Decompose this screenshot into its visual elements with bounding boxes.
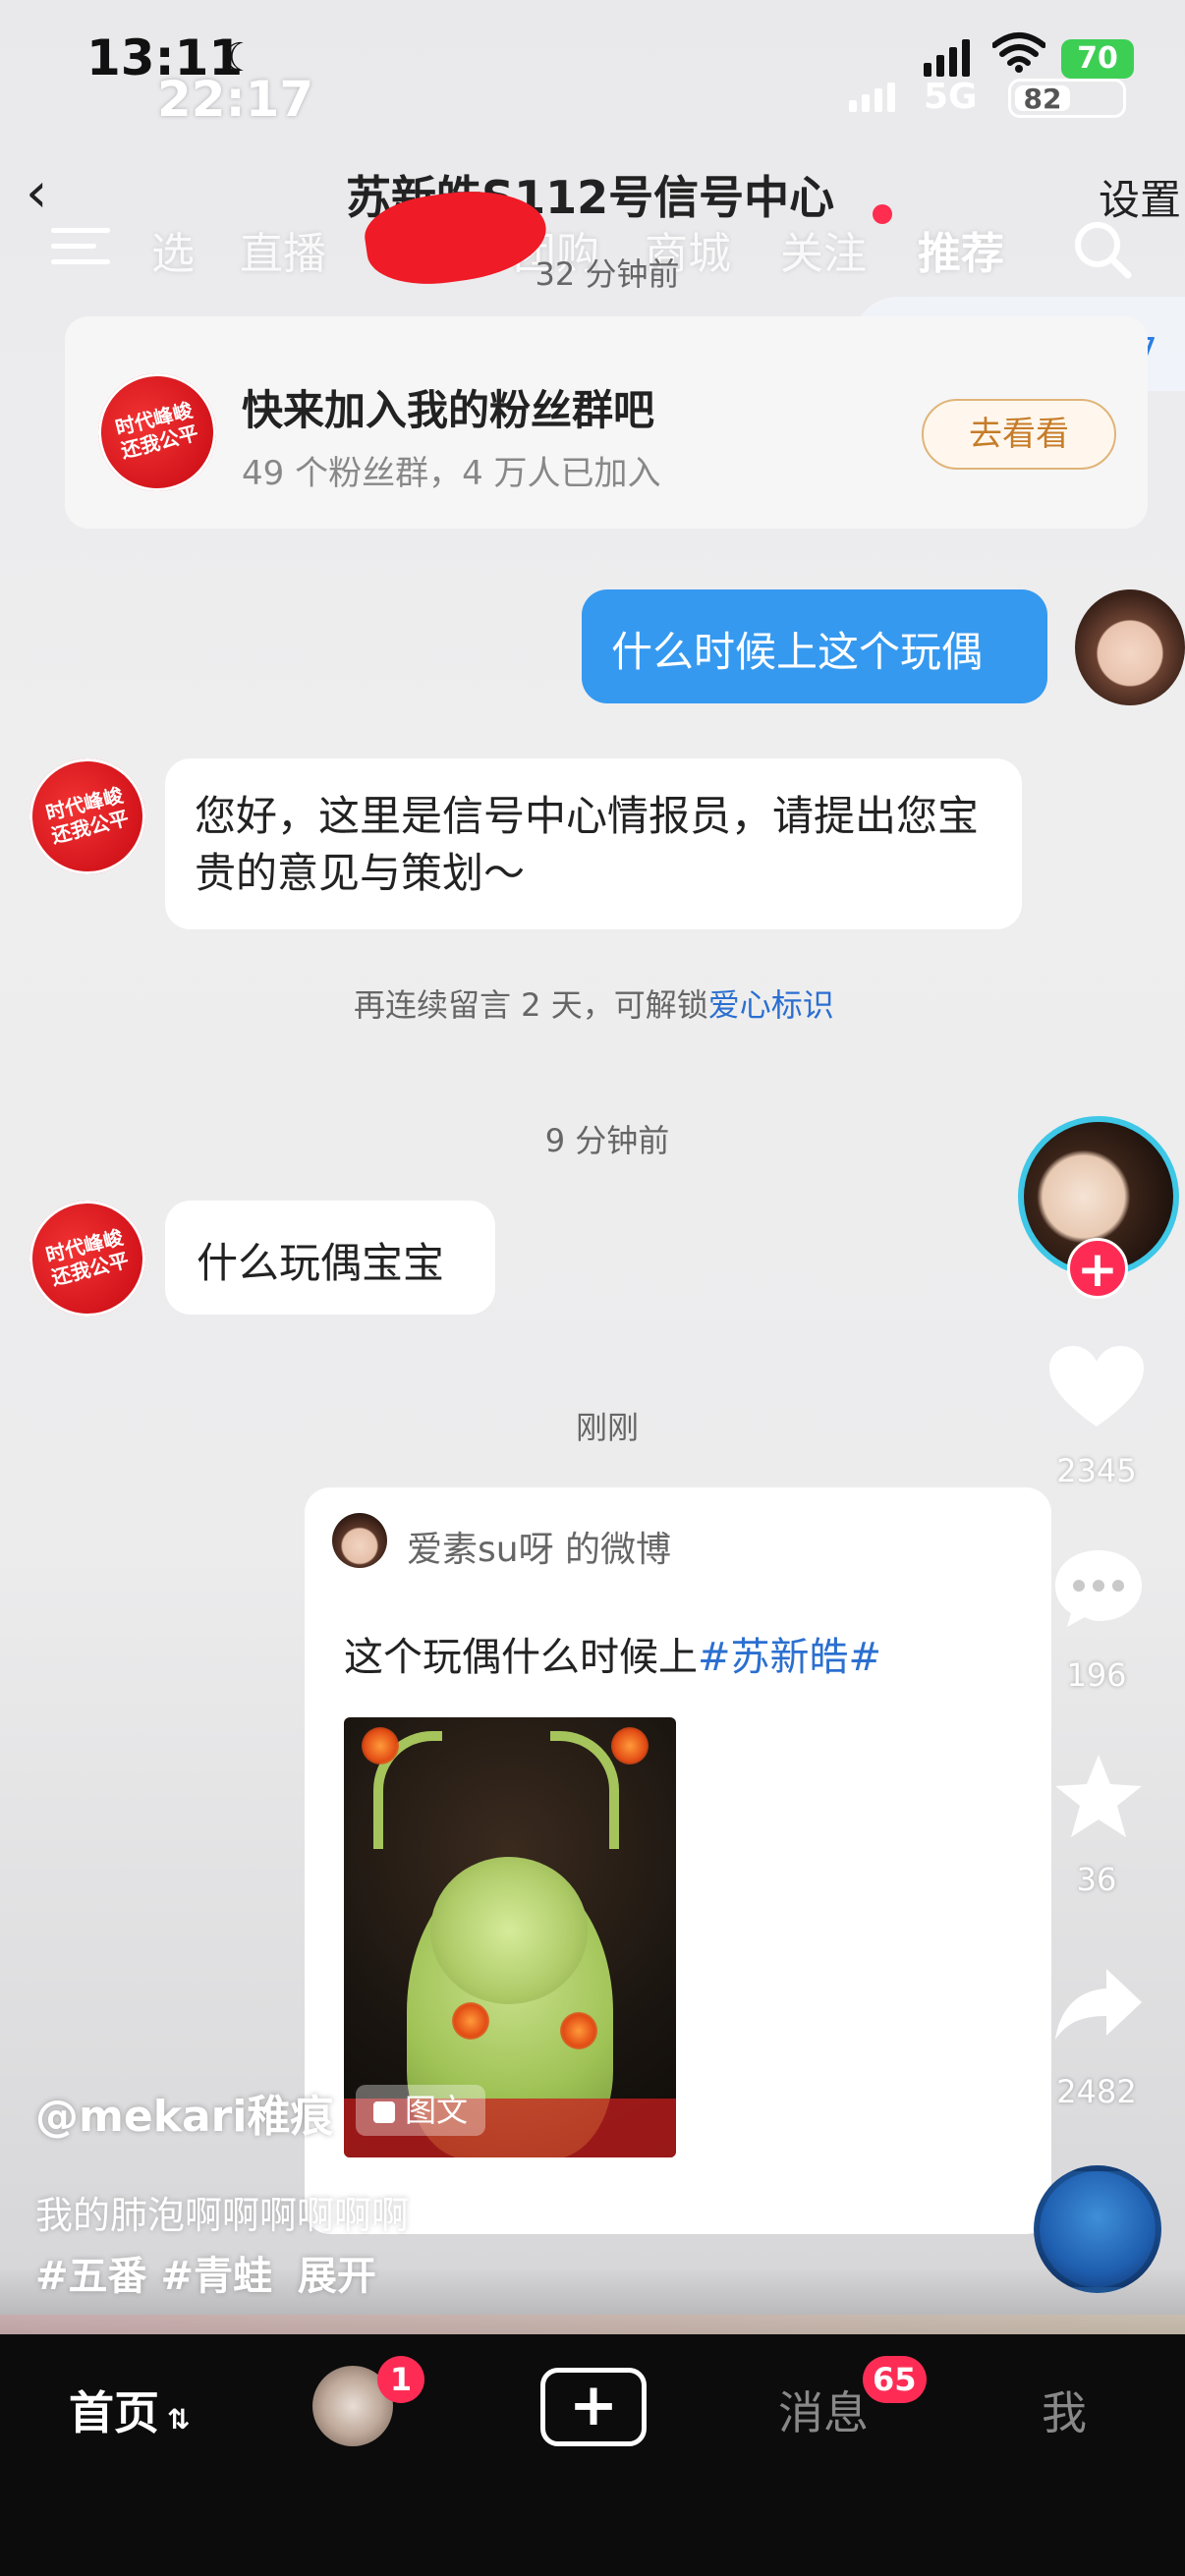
video-hashtags[interactable]: #五番 #青蛙 展开 xyxy=(35,2244,376,2301)
frog-toy-face xyxy=(430,1857,588,2004)
video-caption: 我的肺泡啊啊啊啊啊啊 xyxy=(35,2194,410,2237)
channel-avatar[interactable]: 时代峰峻 还我公平 xyxy=(17,746,158,887)
notification-dot xyxy=(873,204,892,224)
tab-recommend[interactable]: 推荐 xyxy=(918,218,1004,281)
bot-message-bubble[interactable]: 您好，这里是信号中心情报员，请提出您宝贵的意见与策划～ xyxy=(165,758,1022,929)
comment-icon[interactable] xyxy=(1051,1546,1146,1631)
glow-light xyxy=(560,2012,597,2049)
follow-plus-icon[interactable]: + xyxy=(1067,1238,1128,1299)
weibo-post-text: 这个玩偶什么时候上#苏新皓# xyxy=(344,1625,881,1682)
battery-level: 82 xyxy=(1015,85,1070,113)
heart-icon[interactable] xyxy=(1047,1344,1146,1432)
collection-strip xyxy=(0,2315,1185,2334)
tab-live[interactable]: 直播 xyxy=(240,218,326,281)
post-type-label: 图文 xyxy=(405,2092,469,2129)
create-post-button[interactable]: + xyxy=(540,2368,647,2446)
user-avatar[interactable] xyxy=(1075,589,1185,705)
like-count: 2345 xyxy=(1056,1452,1137,1489)
weibo-author-avatar xyxy=(332,1513,387,1568)
view-fans-group-button[interactable]: 去看看 xyxy=(922,399,1116,470)
cellular-signal-icon-overlay xyxy=(849,83,895,112)
wifi-icon xyxy=(992,32,1045,73)
unlock-hint: 再连续留言 2 天，可解锁爱心标识 xyxy=(354,980,834,1026)
status-time-overlay: 22:17 xyxy=(157,71,314,128)
back-chevron-icon[interactable]: ‹ xyxy=(26,161,47,225)
timestamp: 9 分钟前 xyxy=(544,1122,670,1159)
hint-text: 再连续留言 2 天，可解锁 xyxy=(354,986,708,1024)
nav-home-label: 首页 xyxy=(69,2386,159,2439)
bot-message-bubble[interactable]: 什么玩偶宝宝 xyxy=(165,1201,495,1315)
weibo-hashtag[interactable]: #苏新皓# xyxy=(698,1635,881,1680)
share-icon[interactable] xyxy=(1051,1965,1146,2044)
glow-light xyxy=(452,2002,489,2040)
battery-indicator-overlay: 82 xyxy=(1008,79,1126,118)
music-disc-icon[interactable] xyxy=(1034,2165,1161,2293)
fans-card-subtitle: 49 个粉丝群，4 万人已加入 xyxy=(242,454,661,493)
heart-badge-link[interactable]: 爱心标识 xyxy=(708,986,834,1024)
timestamp: 32 分钟前 xyxy=(535,255,680,293)
comment-count: 196 xyxy=(1066,1656,1127,1694)
weibo-text: 这个玩偶什么时候上 xyxy=(344,1635,698,1680)
document-icon xyxy=(373,2101,395,2123)
channel-avatar[interactable]: 时代峰峻 还我公平 xyxy=(17,1188,158,1329)
glow-light xyxy=(611,1727,649,1764)
tab-select[interactable]: 选 xyxy=(151,218,195,281)
share-count: 2482 xyxy=(1056,2073,1137,2110)
timestamp: 刚刚 xyxy=(575,1409,639,1446)
video-author[interactable]: @mekari稚痕 xyxy=(35,2081,333,2144)
menu-icon[interactable] xyxy=(51,222,110,267)
nav-messages[interactable]: 消息 xyxy=(778,2378,869,2442)
fans-card-title: 快来加入我的粉丝群吧 xyxy=(242,386,655,434)
nav-me[interactable]: 我 xyxy=(1042,2378,1087,2442)
cellular-signal-icon xyxy=(924,39,970,77)
user-message-bubble[interactable]: 什么时候上这个玩偶 xyxy=(582,589,1047,703)
frog-antenna xyxy=(550,1731,619,1849)
expand-link[interactable]: 展开 xyxy=(298,2254,376,2299)
switch-icon: ⇅ xyxy=(167,2403,191,2436)
battery-indicator: 70 xyxy=(1061,39,1134,79)
nav-home[interactable]: 首页 ⇅ xyxy=(69,2378,190,2442)
messages-badge: 65 xyxy=(863,2356,927,2403)
friends-badge: 1 xyxy=(377,2356,424,2403)
network-type: 5G xyxy=(924,77,978,117)
weibo-author-name: 爱素su呀 的微博 xyxy=(407,1530,672,1570)
glow-light xyxy=(362,1727,399,1764)
search-icon[interactable] xyxy=(1071,218,1134,281)
post-type-badge: 图文 xyxy=(356,2085,486,2136)
favorite-count: 36 xyxy=(1076,1861,1117,1898)
star-icon[interactable] xyxy=(1051,1751,1146,1841)
hashtag-text[interactable]: #五番 #青蛙 xyxy=(35,2254,272,2299)
